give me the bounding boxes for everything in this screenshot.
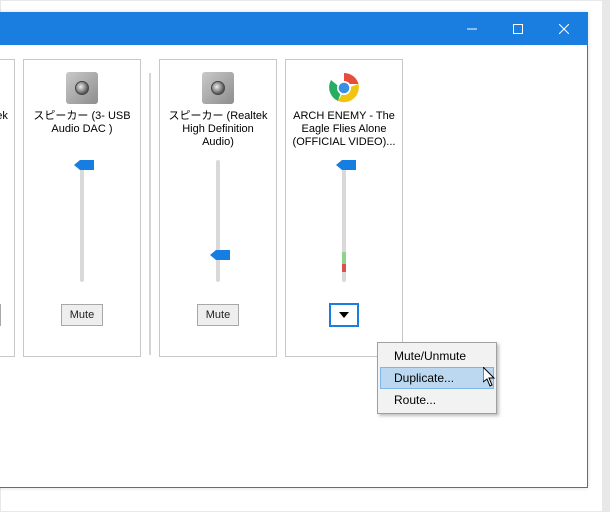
cursor-icon (483, 367, 497, 387)
speaker-icon (202, 72, 234, 104)
menu-item[interactable]: Route... (380, 389, 494, 411)
slider-thumb-icon[interactable] (80, 160, 94, 170)
separator (149, 73, 151, 355)
audio-device-tile[interactable]: スピーカー (3- USB Audio DAC ) Mute (23, 59, 141, 357)
dropdown-button[interactable] (329, 303, 359, 327)
chevron-down-icon (339, 312, 349, 318)
volume-slider[interactable] (202, 156, 234, 286)
device-label: Digital altek High n Audio) (0, 110, 14, 152)
menu-item[interactable]: Mute/Unmute (380, 345, 494, 367)
app-window: Digital altek High n Audio)Muteスピーカー (3-… (0, 12, 588, 488)
mute-button[interactable]: Mute (61, 304, 103, 326)
audio-device-tile[interactable]: Digital altek High n Audio) Mute (0, 59, 15, 357)
titlebar (0, 13, 587, 45)
maximize-button[interactable] (495, 13, 541, 45)
volume-slider[interactable] (66, 156, 98, 286)
device-label: スピーカー (3- USB Audio DAC ) (24, 110, 140, 152)
close-button[interactable] (541, 13, 587, 45)
audio-device-tile[interactable]: ARCH ENEMY - The Eagle Flies Alone (OFFI… (285, 59, 403, 357)
chrome-icon (328, 72, 360, 104)
slider-thumb-icon[interactable] (216, 250, 230, 260)
mute-button[interactable]: Mute (0, 304, 1, 326)
volume-slider[interactable] (328, 156, 360, 286)
device-label: ARCH ENEMY - The Eagle Flies Alone (OFFI… (286, 110, 402, 152)
context-menu[interactable]: Mute/UnmuteDuplicate...Route... (377, 342, 497, 414)
device-label: スピーカー (Realtek High Definition Audio) (160, 110, 276, 152)
mute-button[interactable]: Mute (197, 304, 239, 326)
menu-item[interactable]: Duplicate... (380, 367, 494, 389)
speaker-icon (66, 72, 98, 104)
audio-device-tile[interactable]: スピーカー (Realtek High Definition Audio) Mut… (159, 59, 277, 357)
slider-thumb-icon[interactable] (342, 160, 356, 170)
minimize-button[interactable] (449, 13, 495, 45)
